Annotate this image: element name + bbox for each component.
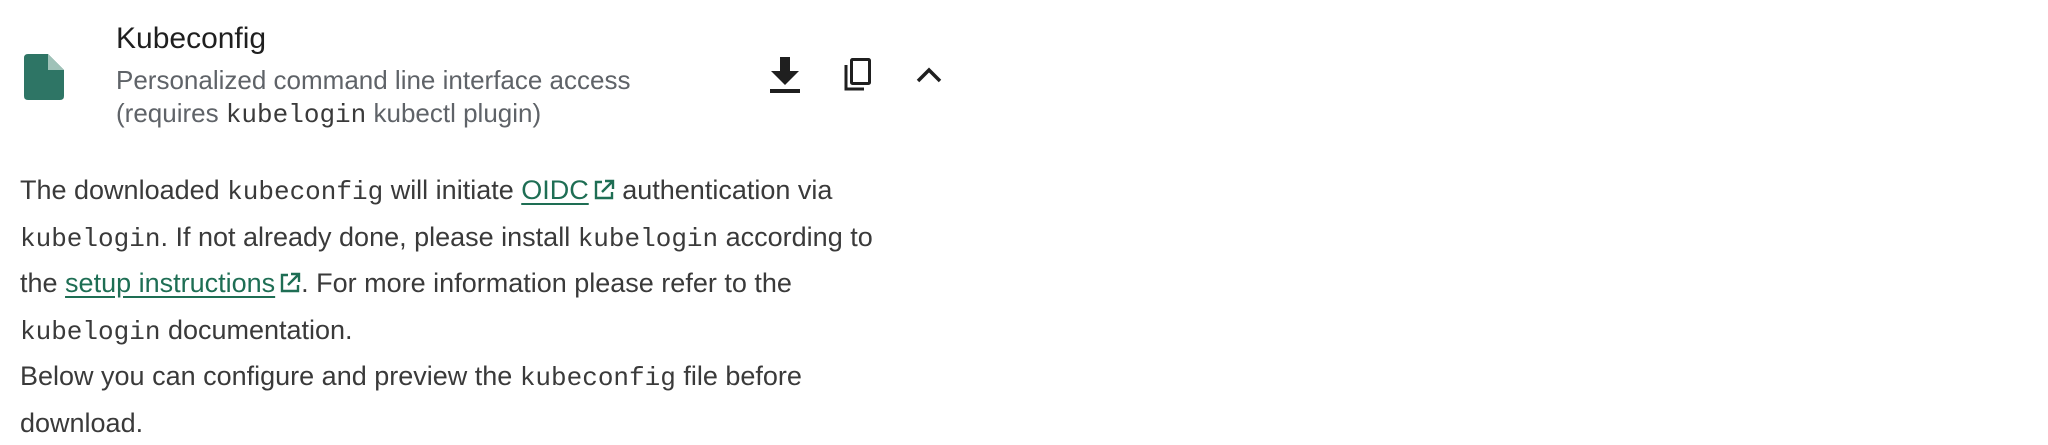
code-kubeconfig: kubeconfig [227,177,384,207]
setup-instructions-link[interactable]: setup instructions [65,268,301,298]
text-span: . If not already done, please install [160,221,578,252]
download-button[interactable] [760,52,810,102]
subtitle-code: kubelogin [225,100,367,130]
setup-link-label: setup instructions [65,268,276,298]
kubeconfig-title: Kubeconfig [116,22,267,55]
code-kubelogin: kubelogin [577,223,719,254]
text-span: . For more information please refer to t… [301,268,792,298]
text-span: according to [718,221,873,252]
external-link-icon [593,170,615,215]
code-kubelogin: kubelogin [20,223,161,254]
kubeconfig-subtitle: Personalized command line interface acce… [116,64,736,132]
file-icon [24,54,64,100]
code-kubelogin: kubelogin [20,316,161,347]
download-icon [768,56,802,98]
subtitle-close: kubectl plugin) [366,98,542,128]
preview-paragraph: Below you can configure and preview the … [20,354,960,445]
text-span: The downloaded [20,175,228,205]
oidc-link-label: OIDC [521,175,589,205]
code-kubeconfig: kubeconfig [519,363,676,393]
text-span: will initiate [383,175,522,205]
text-span: documentation. [160,314,353,345]
subtitle-line1: Personalized command line interface acce… [116,65,631,95]
copy-button[interactable] [832,52,882,102]
chevron-up-icon [915,66,943,89]
external-link-icon [279,263,301,308]
text-span: the [20,268,66,298]
collapse-button[interactable] [904,52,954,102]
kubeconfig-header: Kubeconfig Personalized command line int… [0,0,960,140]
copy-icon [842,57,872,97]
subtitle-open: (requires [116,98,226,128]
kubeconfig-description: The downloaded kubeconfig will initiate … [20,168,960,445]
text-span: file before [675,361,802,391]
text-span: authentication via [614,175,833,205]
text-span: download. [20,407,144,438]
description-paragraph: The downloaded kubeconfig will initiate … [20,168,960,354]
text-span: Below you can configure and preview the [20,361,520,391]
oidc-link[interactable]: OIDC [521,175,615,205]
